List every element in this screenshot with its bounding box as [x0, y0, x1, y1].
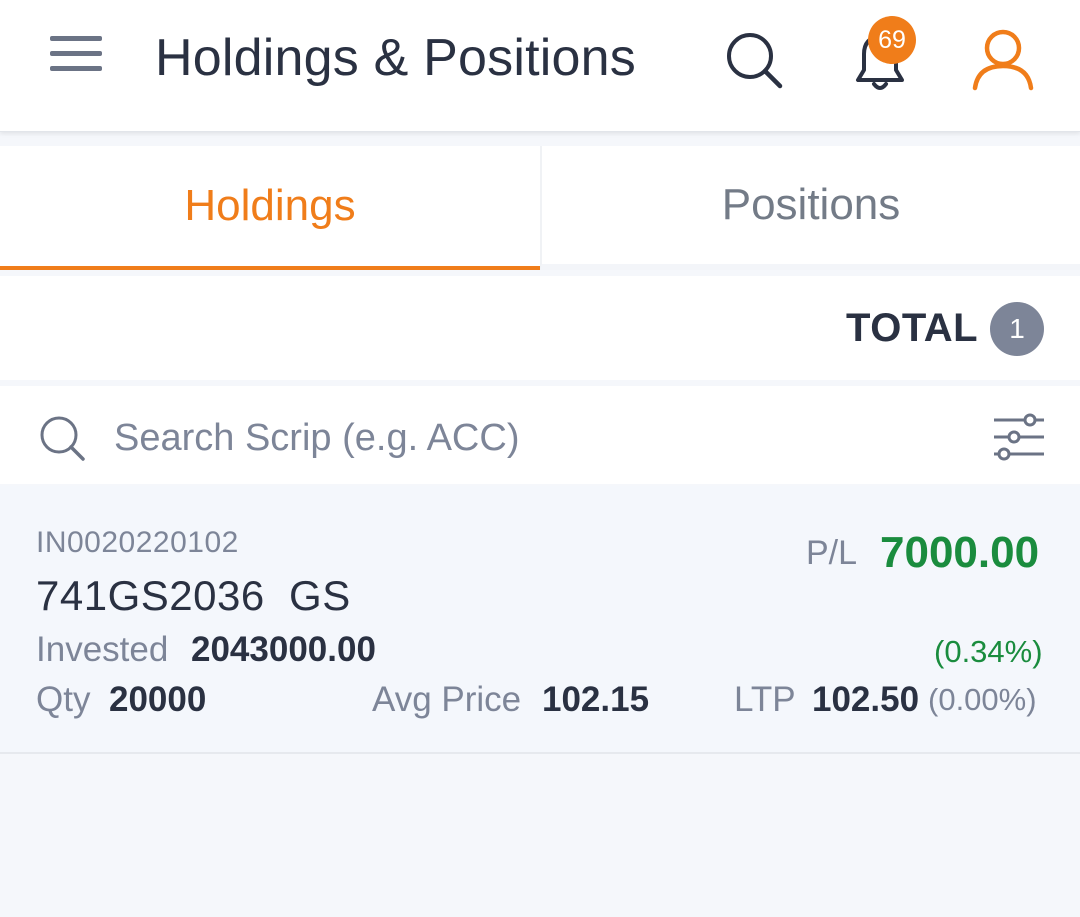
total-label: TOTAL [846, 306, 979, 350]
holdings-positions-tabs: Holdings Positions [0, 146, 1080, 270]
search-scrip-input[interactable] [114, 408, 934, 468]
filter-sliders-icon[interactable] [990, 410, 1048, 464]
notification-count-badge: 69 [868, 16, 916, 64]
ltp-label: LTP [734, 680, 796, 719]
tab-holdings[interactable]: Holdings [0, 146, 540, 270]
hamburger-menu-icon[interactable] [50, 36, 104, 76]
user-icon[interactable] [970, 26, 1036, 92]
pl-label: P/L [806, 534, 858, 572]
tab-positions[interactable]: Positions [540, 146, 1080, 270]
app-header: Holdings & Positions 69 [0, 0, 1080, 132]
search-icon[interactable] [724, 30, 784, 90]
qty-label: Qty [36, 680, 91, 719]
search-scrip-icon [40, 416, 85, 461]
invested-label: Invested [36, 630, 169, 669]
total-count-badge: 1 [990, 302, 1044, 356]
avg-price-value: 102.15 [542, 680, 650, 719]
app-screen: Holdings & Positions 69 Holdings Positio… [0, 0, 1080, 917]
ltp-value: 102.50 [812, 680, 920, 719]
ltp-change-percent: (0.00%) [928, 682, 1037, 717]
pl-percent: (0.34%) [934, 634, 1043, 669]
avg-price-label: Avg Price [372, 680, 522, 719]
holding-isin: IN0020220102 [36, 526, 239, 559]
qty-value: 20000 [109, 680, 207, 719]
pl-value: 7000.00 [880, 528, 1040, 577]
holding-scrip-name: 741GS2036 GS [36, 572, 351, 619]
page-title: Holdings & Positions [155, 29, 636, 87]
invested-value: 2043000.00 [191, 630, 376, 669]
